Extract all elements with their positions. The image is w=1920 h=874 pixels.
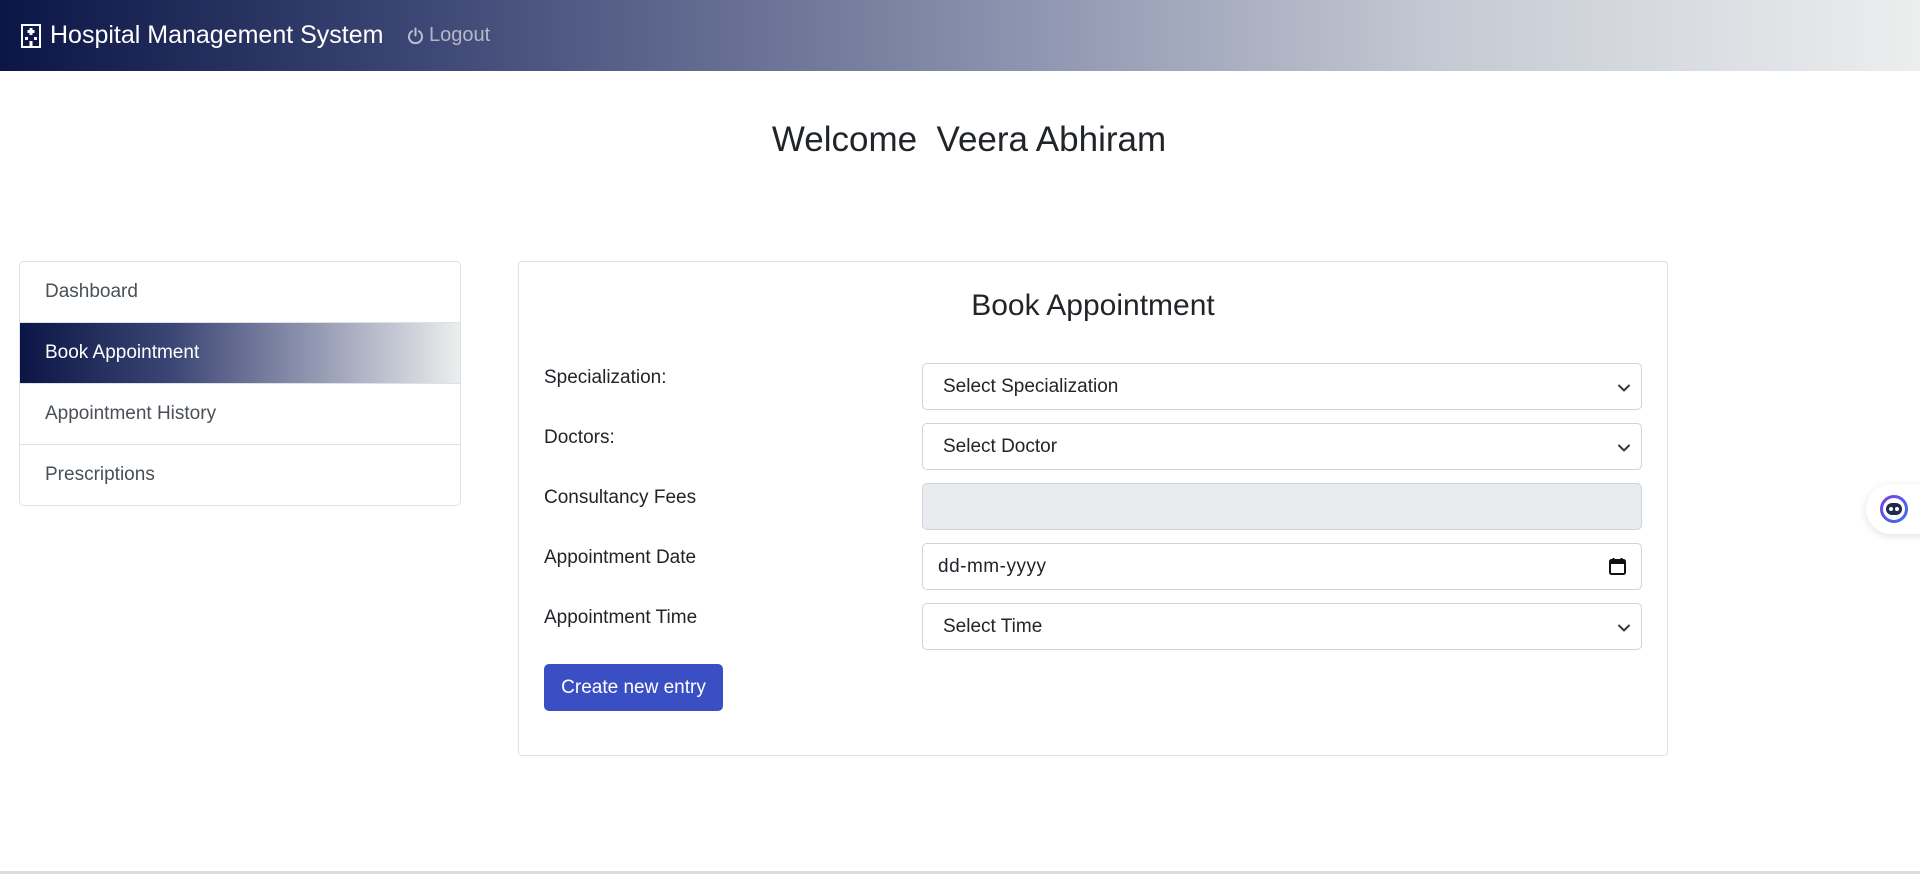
time-row: Appointment Time Select Time — [519, 603, 1667, 650]
hospital-icon — [21, 23, 41, 48]
chevron-down-icon — [1618, 624, 1630, 632]
create-entry-button[interactable]: Create new entry — [544, 664, 723, 711]
card-title: Book Appointment — [971, 289, 1215, 322]
calendar-icon[interactable] — [1608, 557, 1627, 576]
appointment-date-input[interactable]: dd-mm-yyyy — [922, 543, 1642, 590]
fees-label: Consultancy Fees — [544, 487, 697, 508]
consultancy-fees-field — [922, 483, 1642, 530]
doctor-selected-value: Select Doctor — [943, 435, 1058, 457]
brand-link[interactable]: Hospital Management System — [20, 0, 383, 71]
sidebar-item-label: Dashboard — [45, 281, 138, 302]
chatbot-icon — [1880, 495, 1908, 523]
chevron-down-icon — [1618, 444, 1630, 452]
chevron-down-icon — [1618, 384, 1630, 392]
time-label: Appointment Time — [544, 607, 698, 628]
specialization-select[interactable]: Select Specialization — [922, 363, 1642, 410]
welcome-heading: Welcome Veera Abhiram — [771, 120, 1167, 159]
sidebar-item-book-appointment[interactable]: Book Appointment — [20, 323, 460, 384]
sidebar-item-label: Book Appointment — [45, 342, 200, 363]
book-appointment-card: Book Appointment Specialization: Select … — [518, 261, 1668, 756]
top-navbar: Hospital Management System Logout — [0, 0, 1920, 71]
sidebar-menu: Dashboard Book Appointment Appointment H… — [19, 261, 461, 506]
sidebar-item-prescriptions[interactable]: Prescriptions — [20, 445, 460, 505]
fees-row: Consultancy Fees — [519, 483, 1667, 530]
sidebar-item-label: Prescriptions — [45, 464, 155, 485]
logout-link[interactable]: Logout — [407, 0, 490, 71]
sidebar-item-dashboard[interactable]: Dashboard — [20, 262, 460, 323]
doctor-select[interactable]: Select Doctor — [922, 423, 1642, 470]
date-placeholder: dd-mm-yyyy — [938, 555, 1047, 577]
specialization-row: Specialization: Select Specialization — [519, 363, 1667, 410]
appointment-time-select[interactable]: Select Time — [922, 603, 1642, 650]
power-icon — [408, 27, 423, 44]
specialization-label: Specialization: — [544, 367, 667, 388]
logout-label: Logout — [429, 24, 491, 46]
doctors-label: Doctors: — [544, 427, 615, 448]
sidebar-item-label: Appointment History — [45, 403, 217, 424]
date-label: Appointment Date — [544, 547, 697, 568]
time-selected-value: Select Time — [943, 615, 1043, 637]
assistant-widget[interactable] — [1866, 484, 1920, 534]
date-row: Appointment Date dd-mm-yyyy — [519, 543, 1667, 590]
specialization-selected-value: Select Specialization — [943, 375, 1119, 397]
sidebar-item-appointment-history[interactable]: Appointment History — [20, 384, 460, 445]
doctors-row: Doctors: Select Doctor — [519, 423, 1667, 470]
brand-title: Hospital Management System — [50, 21, 384, 49]
